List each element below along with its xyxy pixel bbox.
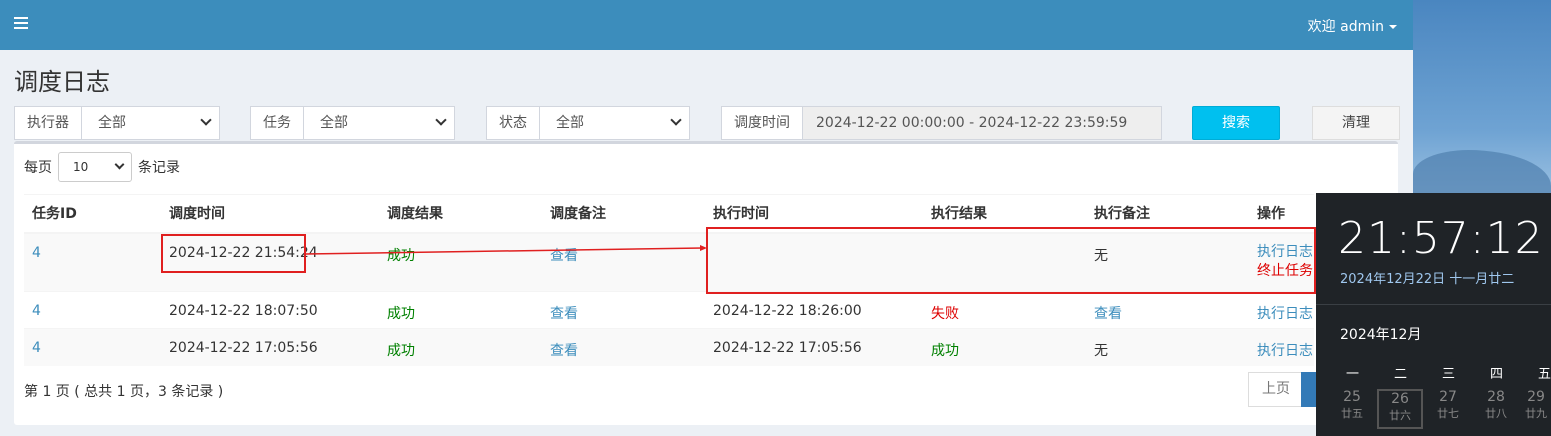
day-number: 26 (1391, 391, 1409, 407)
weekday-label: 三 (1442, 367, 1456, 382)
day-number: 29 (1527, 389, 1545, 405)
calendar-month[interactable]: 2024年12月 (1340, 324, 1421, 344)
calendar-day[interactable]: 29 廿九 (1521, 389, 1551, 429)
lunar-date: 廿八 (1485, 407, 1507, 420)
calendar-day[interactable]: 27 廿七 (1425, 389, 1471, 429)
clock-time: 21:57:12 (1338, 213, 1544, 264)
clock-date-link[interactable]: 2024年12月22日 十一月廿二 (1340, 268, 1514, 287)
calendar-day[interactable]: 25 廿五 (1329, 389, 1375, 429)
weekday-label: 四 (1490, 367, 1504, 382)
day-number: 28 (1487, 389, 1505, 405)
weekday-label: 一 (1346, 367, 1360, 382)
weekday-label: 二 (1394, 367, 1408, 382)
weekday-label: 五 (1538, 367, 1551, 382)
lunar-date: 廿七 (1437, 407, 1459, 420)
annotation-arrow-line (305, 247, 704, 255)
lunar-date: 廿六 (1389, 409, 1411, 422)
day-number: 27 (1439, 389, 1457, 405)
lunar-date: 廿九 (1525, 407, 1547, 420)
day-number: 25 (1343, 389, 1361, 405)
calendar-day[interactable]: 28 廿八 (1473, 389, 1519, 429)
divider (1316, 304, 1551, 305)
taskbar-clock-flyout: 21:57:12 2024年12月22日 十一月廿二 2024年12月 一 二 … (1316, 193, 1551, 436)
annotation-arrow-head (700, 245, 707, 251)
calendar-day[interactable]: 26 廿六 (1377, 389, 1423, 429)
lunar-date: 廿五 (1341, 407, 1363, 420)
